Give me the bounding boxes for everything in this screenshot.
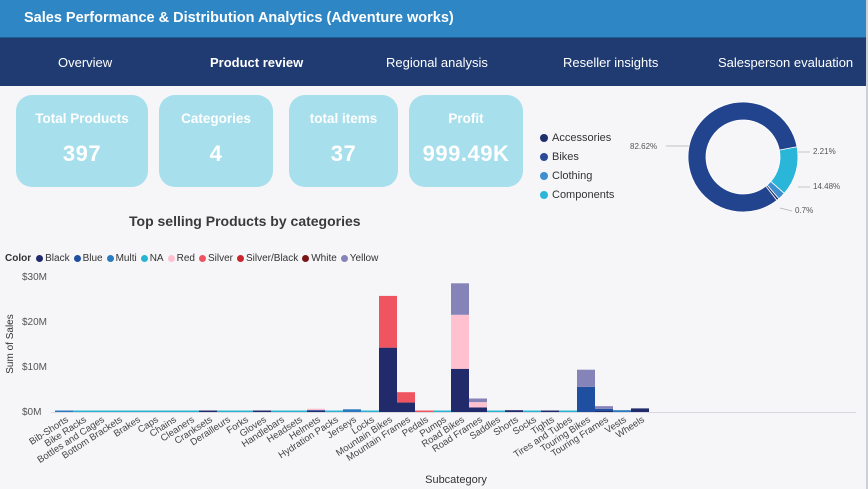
tab-overview[interactable]: Overview (58, 55, 112, 70)
bar-segment-black[interactable] (469, 407, 487, 413)
title-bar: Sales Performance & Distribution Analyti… (0, 0, 866, 38)
legend-item-components[interactable]: Components (540, 185, 614, 204)
legend-dot (106, 255, 114, 262)
kpi-label: Total Products (35, 111, 129, 126)
sales-by-subcategory-bar-chart[interactable]: $0M$10M$20M$30MSum of SalesBib-ShortsBik… (0, 262, 866, 489)
kpi-label: total items (309, 111, 378, 126)
kpi-card-categories: Categories 4 (159, 95, 273, 187)
tab-regional-analysis[interactable]: Regional analysis (386, 55, 488, 70)
y-tick-label: $10M (22, 362, 47, 373)
kpi-card-total-products: Total Products 397 (16, 95, 148, 187)
legend-dot (302, 255, 310, 262)
donut-leader-line (779, 207, 793, 212)
nav-bar: Overview Product review Regional analysi… (0, 38, 866, 86)
bar-segment-black[interactable] (397, 402, 415, 412)
bar-segment-na[interactable] (523, 410, 541, 413)
bar-segment-na[interactable] (487, 410, 505, 413)
legend-dot (140, 255, 148, 262)
y-axis-title: Sum of Sales (5, 314, 16, 373)
kpi-card-total-items: total items 37 (289, 95, 398, 187)
bar-segment-na[interactable] (127, 410, 145, 413)
report-title: Sales Performance & Distribution Analyti… (24, 10, 454, 26)
legend-dot (198, 255, 206, 262)
legend-dot (167, 255, 175, 262)
y-tick-label: $0M (22, 407, 41, 418)
bar-segment-yellow[interactable] (451, 283, 469, 315)
bar-segment-blue[interactable] (595, 408, 613, 412)
bar-segment-yellow[interactable] (577, 369, 595, 387)
bar-segment-multi[interactable] (613, 410, 631, 412)
legend-dot (540, 171, 548, 180)
bar-segment-na[interactable] (73, 410, 91, 413)
bar-segment-na[interactable] (559, 410, 577, 413)
bar-segment-red[interactable] (451, 314, 469, 369)
legend-label: Accessories (552, 131, 612, 144)
tab-reseller-insights[interactable]: Reseller insights (563, 55, 658, 70)
bar-segment-black[interactable] (505, 410, 523, 412)
bar-segment-yellow[interactable] (469, 398, 487, 403)
bar-segment-silver[interactable] (397, 392, 415, 403)
bar-segment-silver[interactable] (379, 295, 397, 348)
category-legend: Accessories Bikes Clothing Components (540, 128, 614, 204)
bar-segment-blue[interactable] (577, 386, 595, 412)
legend-item-bikes[interactable]: Bikes (540, 147, 614, 166)
legend-dot (340, 255, 348, 262)
bar-segment-yellow[interactable] (595, 406, 613, 409)
bar-segment-na[interactable] (361, 410, 379, 413)
bar-segment-multi[interactable] (55, 410, 73, 413)
category-donut-chart[interactable]: 82.62% 14.48% 2.21% 0.7% (620, 96, 860, 226)
kpi-value: 37 (330, 141, 357, 166)
legend-dot (540, 190, 548, 199)
bar-segment-black[interactable] (541, 410, 559, 413)
bar-segment-red[interactable] (469, 402, 487, 408)
kpi-label: Categories (181, 111, 251, 126)
bar-segment-multi[interactable] (343, 409, 361, 412)
kpi-label: Profit (448, 111, 484, 126)
bar-segment-silver[interactable] (415, 410, 433, 413)
bar-segment-na[interactable] (325, 410, 343, 413)
donut-data-label: 14.48% (813, 182, 840, 191)
x-axis-title: Subcategory (425, 474, 487, 486)
legend-label: Clothing (552, 169, 593, 182)
legend-item-accessories[interactable]: Accessories (540, 128, 614, 147)
bar-segment-na[interactable] (289, 410, 307, 413)
kpi-value: 397 (62, 141, 102, 166)
legend-label: Bikes (552, 150, 579, 163)
y-tick-label: $30M (22, 272, 47, 283)
bar-segment-black[interactable] (199, 410, 217, 413)
legend-dot (540, 152, 548, 161)
bar-segment-na[interactable] (235, 410, 253, 413)
kpi-value: 4 (209, 141, 223, 166)
bar-segment-black[interactable] (379, 347, 397, 412)
legend-dot (73, 255, 81, 262)
bar-segment-na[interactable] (181, 410, 199, 413)
kpi-card-profit: Profit 999.49K (409, 95, 523, 187)
bar-segment-na[interactable] (433, 410, 451, 413)
bar-chart-title: Top selling Products by categories (129, 213, 361, 229)
bar-segment-na[interactable] (217, 410, 235, 413)
bar-segment-black[interactable] (253, 410, 271, 413)
legend-item-clothing[interactable]: Clothing (540, 166, 614, 185)
donut-data-label: 2.21% (813, 147, 836, 156)
legend-dot (540, 133, 548, 142)
tab-salesperson-evaluation[interactable]: Salesperson evaluation (718, 55, 853, 70)
donut-data-label: 82.62% (630, 142, 657, 151)
legend-label: Components (552, 188, 615, 201)
bar-segment-na[interactable] (145, 410, 163, 413)
bar-segment-na[interactable] (163, 410, 181, 413)
tab-product-review[interactable]: Product review (210, 55, 303, 70)
bar-segment-na[interactable] (109, 410, 127, 413)
bar-segment-black[interactable] (631, 408, 649, 412)
kpi-value: 999.49K (422, 141, 510, 166)
y-tick-label: $20M (22, 317, 47, 328)
donut-data-label: 0.7% (795, 206, 813, 215)
bar-segment-black[interactable] (451, 368, 469, 412)
legend-dot (236, 255, 244, 262)
bar-segment-na[interactable] (271, 410, 289, 413)
legend-dot (36, 255, 44, 262)
bar-segment-na[interactable] (91, 410, 109, 413)
bar-segment-red[interactable] (307, 408, 325, 411)
